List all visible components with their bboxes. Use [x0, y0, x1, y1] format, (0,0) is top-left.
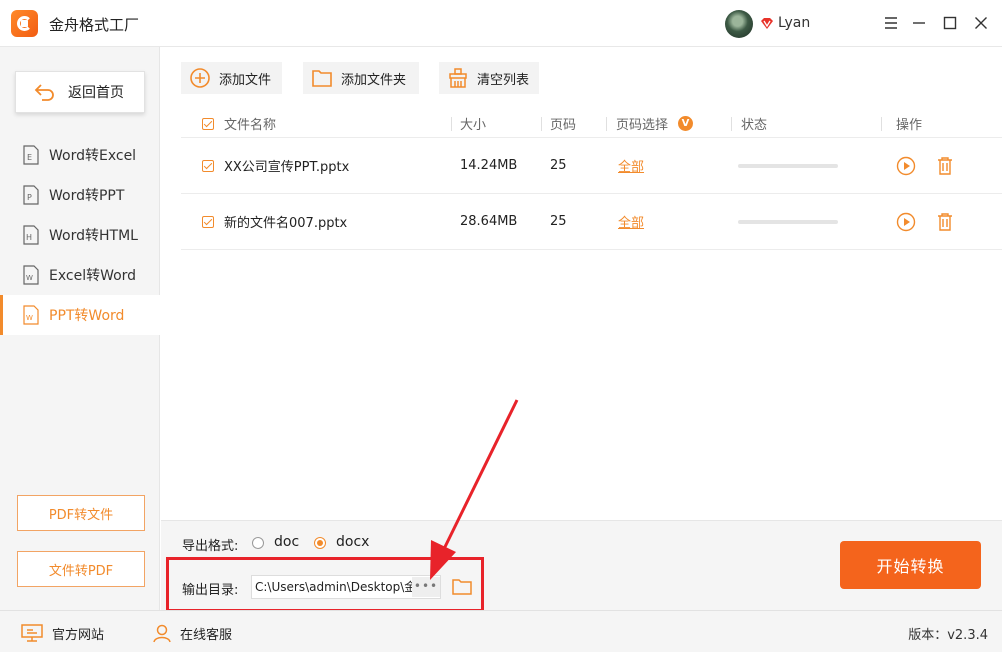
col-header-status: 状态	[741, 118, 768, 133]
sidebar-item-word-excel[interactable]: E Word转Excel	[0, 135, 160, 175]
add-file-label: 添加文件	[219, 72, 272, 88]
format-label-doc[interactable]: doc	[274, 534, 299, 550]
file-size: 14.24MB	[460, 158, 518, 173]
col-header-size: 大小	[460, 118, 487, 133]
version-label: 版本：v2.3.4	[908, 628, 988, 643]
file-to-pdf-button[interactable]: 文件转PDF	[17, 551, 145, 587]
monitor-icon	[21, 624, 43, 642]
status-bar: 官方网站 在线客服 版本：v2.3.4	[0, 610, 1002, 652]
play-icon[interactable]	[896, 212, 916, 232]
page-select-dropdown-icon[interactable]: V	[678, 116, 694, 131]
sidebar: 返回首页 E Word转Excel P Word转PPT H Word转HTML…	[0, 47, 160, 610]
sidebar-item-label: Word转Excel	[49, 148, 137, 164]
official-website-label: 官方网站	[52, 627, 105, 643]
sidebar-item-word-ppt[interactable]: P Word转PPT	[0, 175, 160, 215]
table-row: XX公司宣传PPT.pptx 14.24MB 25 全部	[181, 138, 1002, 194]
minimize-icon[interactable]	[910, 14, 928, 32]
broom-icon	[449, 68, 467, 88]
file-size: 28.64MB	[460, 214, 518, 229]
table-header: 文件名称 大小 页码 页码选择 V 状态 操作	[181, 110, 1002, 138]
col-header-name: 文件名称	[224, 118, 277, 133]
trash-icon[interactable]	[935, 156, 955, 176]
format-radio-doc[interactable]	[252, 537, 264, 549]
svg-text:H: H	[26, 233, 32, 242]
start-convert-button[interactable]: 开始转换	[840, 541, 981, 589]
page-select-link[interactable]: 全部	[618, 156, 644, 175]
add-file-button[interactable]: 添加文件	[181, 62, 282, 94]
page-select-label: 页码选择	[616, 118, 669, 133]
title-bar: 金舟格式工厂 Lyan	[0, 0, 1002, 47]
sidebar-item-label: Word转HTML	[49, 228, 138, 244]
svg-text:E: E	[27, 153, 32, 162]
col-header-pages: 页码	[550, 118, 577, 133]
sidebar-item-word-html[interactable]: H Word转HTML	[0, 215, 160, 255]
folder-icon	[312, 70, 332, 87]
row-checkbox[interactable]	[202, 138, 214, 193]
file-table: 文件名称 大小 页码 页码选择 V 状态 操作 XX公司宣传PPT.pptx 1…	[181, 110, 1002, 250]
ppt-file-icon: P	[23, 185, 39, 205]
file-pages: 25	[550, 214, 567, 229]
sidebar-item-excel-word[interactable]: W Excel转Word	[0, 255, 160, 295]
add-circle-icon	[190, 68, 210, 88]
online-support-link[interactable]: 在线客服	[152, 623, 232, 643]
file-name: 新的文件名007.pptx	[224, 216, 348, 231]
annotation-highlight-box	[166, 557, 484, 612]
clear-list-button[interactable]: 清空列表	[439, 62, 539, 94]
vip-gem-icon	[761, 18, 773, 29]
user-support-icon	[153, 624, 171, 643]
add-folder-button[interactable]: 添加文件夹	[303, 62, 419, 94]
pdf-to-file-button[interactable]: PDF转文件	[17, 495, 145, 531]
sidebar-item-label: PPT转Word	[49, 308, 125, 324]
sidebar-item-label: Excel转Word	[49, 268, 137, 284]
word-file-icon: W	[23, 265, 39, 285]
sidebar-item-ppt-word[interactable]: W PPT转Word	[0, 295, 160, 335]
svg-text:P: P	[27, 193, 32, 202]
menu-icon[interactable]	[882, 14, 900, 32]
export-format-label: 导出格式:	[182, 539, 239, 554]
excel-file-icon: E	[23, 145, 39, 165]
close-icon[interactable]	[972, 14, 990, 32]
avatar[interactable]	[725, 10, 753, 38]
username[interactable]: Lyan	[778, 15, 810, 31]
trash-icon[interactable]	[935, 212, 955, 232]
progress-bar	[738, 163, 838, 168]
table-row: 新的文件名007.pptx 28.64MB 25 全部	[181, 194, 1002, 250]
html-file-icon: H	[23, 225, 39, 245]
back-arrow-icon	[34, 84, 54, 101]
back-home-label: 返回首页	[68, 85, 124, 101]
svg-text:W: W	[26, 314, 33, 322]
back-home-button[interactable]: 返回首页	[15, 71, 145, 113]
svg-text:W: W	[26, 274, 33, 282]
app-logo-icon	[11, 10, 38, 37]
col-header-actions: 操作	[896, 118, 923, 133]
progress-bar	[738, 219, 838, 224]
sidebar-item-label: Word转PPT	[49, 188, 125, 204]
maximize-icon[interactable]	[941, 14, 959, 32]
row-checkbox[interactable]	[202, 194, 214, 249]
app-title: 金舟格式工厂	[49, 16, 140, 34]
clear-list-label: 清空列表	[477, 72, 530, 88]
format-label-docx[interactable]: docx	[336, 534, 369, 550]
file-pages: 25	[550, 158, 567, 173]
page-select-link[interactable]: 全部	[618, 212, 644, 231]
col-header-page-select: 页码选择 V	[616, 110, 694, 137]
format-radio-docx[interactable]	[314, 537, 326, 549]
play-icon[interactable]	[896, 156, 916, 176]
official-website-link[interactable]: 官方网站	[20, 623, 104, 643]
select-all-checkbox[interactable]	[202, 110, 214, 137]
online-support-label: 在线客服	[180, 627, 233, 643]
add-folder-label: 添加文件夹	[341, 72, 407, 88]
file-name: XX公司宣传PPT.pptx	[224, 160, 350, 175]
word-file-icon: W	[23, 305, 39, 325]
